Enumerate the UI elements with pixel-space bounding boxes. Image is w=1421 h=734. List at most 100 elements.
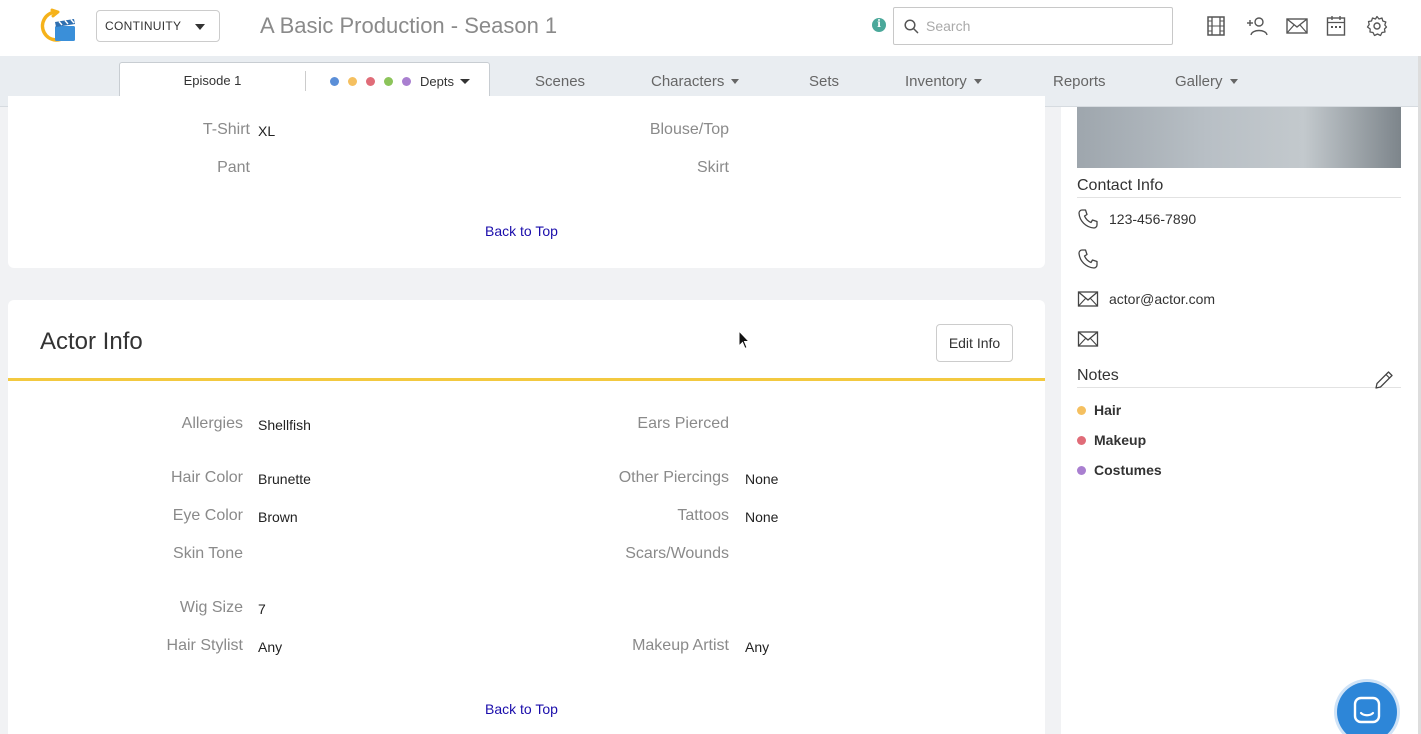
field-value-makeup-artist: Any <box>745 639 770 655</box>
field-value-wig-size: 7 <box>258 601 266 617</box>
production-title: A Basic Production - Season 1 <box>260 13 558 38</box>
field-label-scars-wounds: Scars/Wounds <box>625 545 729 562</box>
email-row-2[interactable] <box>1077 328 1109 350</box>
note-hair[interactable]: Hair <box>1077 402 1121 418</box>
divider <box>305 71 306 91</box>
dept-dot <box>348 76 357 86</box>
phone-row-2[interactable] <box>1077 248 1109 270</box>
dept-dot <box>1077 435 1086 445</box>
email-address: actor@actor.com <box>1109 291 1216 307</box>
phone-icon <box>1077 208 1101 230</box>
contact-info-heading: Contact Info <box>1077 177 1401 198</box>
field-label-makeup-artist: Makeup Artist <box>632 637 729 654</box>
field-label-eye-color: Eye Color <box>172 507 243 524</box>
dept-dot <box>384 76 393 86</box>
field-label: Blouse/Top <box>649 121 729 138</box>
edit-info-button[interactable]: Edit Info <box>936 324 1013 362</box>
back-to-top-link[interactable]: Back to Top <box>485 701 558 717</box>
note-costumes[interactable]: Costumes <box>1077 462 1162 478</box>
nav-label: Scenes <box>535 73 586 90</box>
field-value: XL <box>258 123 276 139</box>
actor-info-card: Actor Info Edit Info Allergies Shellfish… <box>8 300 1045 734</box>
back-to-top-link[interactable]: Back to Top <box>485 223 558 239</box>
app-mode-select[interactable]: CONTINUITY <box>96 10 220 42</box>
phone-number: 123-456-7890 <box>1109 211 1197 227</box>
mail-icon <box>1077 288 1101 310</box>
field-value-other-piercings: None <box>745 471 779 487</box>
phone-icon <box>1077 248 1101 270</box>
dept-dot <box>402 76 411 86</box>
field-label: Pant <box>217 159 250 176</box>
field-label-tattoos: Tattoos <box>677 507 729 524</box>
app-mode-label: CONTINUITY <box>105 19 182 33</box>
nav-label: Characters <box>651 73 725 90</box>
chevron-down-icon <box>973 79 982 84</box>
field-label: T-Shirt <box>202 121 250 138</box>
field-label-hair-color: Hair Color <box>170 469 243 486</box>
phone-row[interactable]: 123-456-7890 <box>1077 208 1196 230</box>
pencil-icon[interactable] <box>1373 369 1395 391</box>
field-label-hair-stylist: Hair Stylist <box>166 637 243 654</box>
field-label-other-piercings: Other Piercings <box>618 469 729 486</box>
field-label-ears-pierced: Ears Pierced <box>637 415 729 432</box>
chevron-down-icon <box>731 79 740 84</box>
field-label-skin-tone: Skin Tone <box>173 545 243 562</box>
nav-label: Reports <box>1053 73 1106 90</box>
info-icon[interactable]: i <box>872 18 886 32</box>
app-logo-icon[interactable] <box>38 8 78 44</box>
nav-label: Sets <box>809 73 840 90</box>
field-label: Skirt <box>697 159 729 176</box>
field-value-hair-color: Brunette <box>258 471 311 487</box>
calendar-icon[interactable] <box>1326 15 1346 37</box>
search-input[interactable] <box>926 16 1161 36</box>
sizes-card: T-Shirt XL Blouse/Top Pant Skirt Back to… <box>8 96 1045 268</box>
top-bar: CONTINUITY A Basic Production - Season 1… <box>0 0 1421 56</box>
note-label: Hair <box>1094 402 1122 418</box>
episode-selector: Episode 1 Depts <box>119 62 490 100</box>
dept-dot <box>330 76 339 86</box>
note-makeup[interactable]: Makeup <box>1077 432 1146 448</box>
search-box[interactable] <box>893 7 1173 45</box>
card-title: Actor Info <box>40 328 143 355</box>
chat-icon <box>1353 696 1381 724</box>
nav-inventory[interactable]: Inventory <box>905 73 982 90</box>
mail-icon[interactable] <box>1286 15 1308 37</box>
gear-icon[interactable] <box>1366 15 1388 37</box>
nav-characters[interactable]: Characters <box>651 73 740 90</box>
field-label-wig-size: Wig Size <box>179 599 243 616</box>
mail-icon <box>1077 328 1101 350</box>
nav-scenes[interactable]: Scenes <box>535 73 585 90</box>
section-divider <box>8 378 1045 381</box>
add-user-icon[interactable] <box>1246 15 1268 37</box>
search-icon <box>904 19 919 34</box>
top-icon-bar <box>1206 15 1388 37</box>
actor-photo[interactable] <box>1077 107 1401 168</box>
depts-label: Depts <box>420 73 454 89</box>
nav-label: Inventory <box>905 73 967 90</box>
note-label: Makeup <box>1094 432 1147 448</box>
nav-label: Gallery <box>1175 73 1223 90</box>
field-value-tattoos: None <box>745 509 779 525</box>
email-row[interactable]: actor@actor.com <box>1077 288 1215 310</box>
mouse-cursor-icon <box>738 329 751 355</box>
actor-sidebar: Contact Info 123-456-7890 actor@actor.co… <box>1061 107 1418 734</box>
depts-dropdown[interactable]: Depts <box>330 63 470 99</box>
field-value-eye-color: Brown <box>258 509 298 525</box>
nav-gallery[interactable]: Gallery <box>1175 73 1238 90</box>
nav-sets[interactable]: Sets <box>809 73 839 90</box>
chevron-down-icon <box>459 78 470 84</box>
nav-reports[interactable]: Reports <box>1053 73 1106 90</box>
field-value-hair-stylist: Any <box>258 639 283 655</box>
episode-select[interactable]: Episode 1 <box>120 63 305 99</box>
chat-launcher-button[interactable] <box>1337 682 1397 734</box>
field-value-allergies: Shellfish <box>258 417 311 433</box>
note-label: Costumes <box>1094 462 1162 478</box>
chevron-down-icon <box>195 24 205 30</box>
film-icon[interactable] <box>1206 15 1226 37</box>
field-label-allergies: Allergies <box>181 415 243 432</box>
notes-heading: Notes <box>1077 367 1401 388</box>
chevron-down-icon <box>1229 79 1238 84</box>
dept-dot <box>1077 405 1086 415</box>
dept-dot <box>366 76 375 86</box>
dept-dot <box>1077 465 1086 475</box>
